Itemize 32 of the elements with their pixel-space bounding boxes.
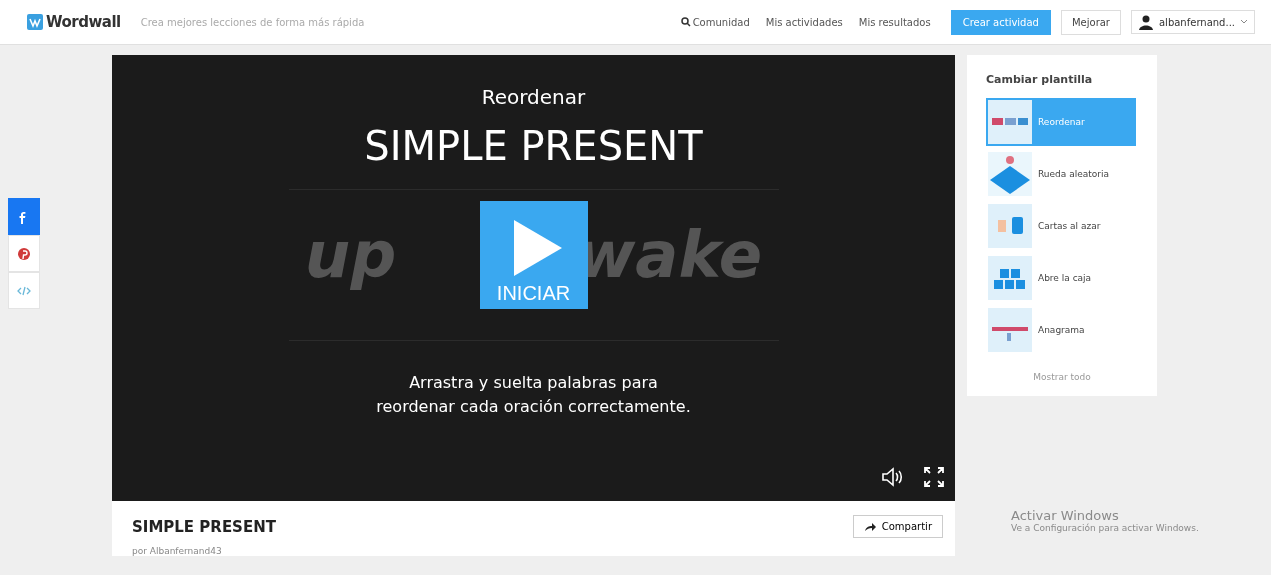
- panel-heading: Cambiar plantilla: [986, 73, 1094, 86]
- share-button[interactable]: Compartir: [852, 515, 943, 538]
- tagline: Crea mejores lecciones de forma más rápida: [140, 16, 365, 28]
- speaker-icon: [881, 467, 905, 487]
- template-thumbnail-icon: [988, 152, 1032, 196]
- nav-link[interactable]: Comunidad: [680, 16, 750, 28]
- template-thumbnail-icon: [988, 308, 1032, 352]
- upgrade-button[interactable]: Mejorar: [1060, 9, 1121, 35]
- pinterest-icon: [16, 245, 32, 262]
- fullscreen-icon: [923, 466, 945, 488]
- caret-icon: [1240, 19, 1248, 25]
- game-type-label: Reordenar: [481, 85, 586, 109]
- author-text: por Albanfernand43: [132, 546, 223, 556]
- logo-icon: [27, 14, 43, 30]
- background-word: up: [304, 218, 397, 292]
- search-icon: [680, 17, 691, 27]
- activity-title: SIMPLE PRESENT: [132, 517, 276, 536]
- activation-title: Activar Windows: [1011, 508, 1120, 523]
- pinterest-share-button[interactable]: [8, 235, 40, 272]
- game-title: SIMPLE PRESENT: [364, 123, 703, 169]
- user-silhouette-icon: [1138, 14, 1154, 30]
- nav-link[interactable]: Mis resultados: [858, 16, 931, 28]
- share-arrow-icon: [863, 521, 876, 532]
- facebook-share-button[interactable]: [8, 198, 40, 235]
- instructions-text: Arrastra y suelta palabras para reordenar cada oración correctamente.: [375, 372, 692, 418]
- nav-link[interactable]: Mis actividades: [765, 16, 843, 28]
- activation-text: Ve a Configuración para activar Windows.: [1011, 523, 1200, 533]
- logo-text[interactable]: Wordwall: [46, 13, 121, 31]
- template-thumbnail-icon: [988, 100, 1032, 144]
- template-thumbnail-icon: [988, 204, 1032, 248]
- template-thumbnail-icon: [988, 256, 1032, 300]
- user-menu-button[interactable]: albanfernand...: [1131, 10, 1255, 34]
